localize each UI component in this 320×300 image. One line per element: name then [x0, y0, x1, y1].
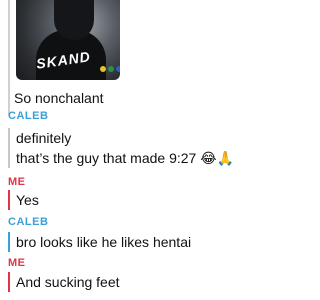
sender-label-me: ME — [8, 257, 26, 269]
message-line: that’s the guy that made 9:27 😂🙏 — [16, 150, 234, 166]
message-caleb-2: bro looks like he likes hentai — [8, 232, 191, 252]
message-me-2: And sucking feet — [8, 272, 120, 292]
message-me-1: Yes — [8, 190, 39, 210]
photo-person-head — [54, 0, 94, 40]
message-line: definitely — [16, 130, 72, 146]
message-caleb-1: definitely that’s the guy that made 9:27… — [8, 128, 234, 168]
message-line: Yes — [16, 192, 39, 208]
sender-label-caleb: CALEB — [8, 110, 49, 122]
sender-label-me: ME — [8, 176, 26, 188]
message-line: bro looks like he likes hentai — [16, 234, 192, 250]
photo-sticker-dots — [100, 66, 120, 72]
message-line: And sucking feet — [16, 274, 120, 290]
photo-thumbnail[interactable]: SKAND — [16, 0, 120, 80]
photo-caption: So nonchalant — [14, 90, 104, 106]
sender-label-caleb: CALEB — [8, 216, 49, 228]
